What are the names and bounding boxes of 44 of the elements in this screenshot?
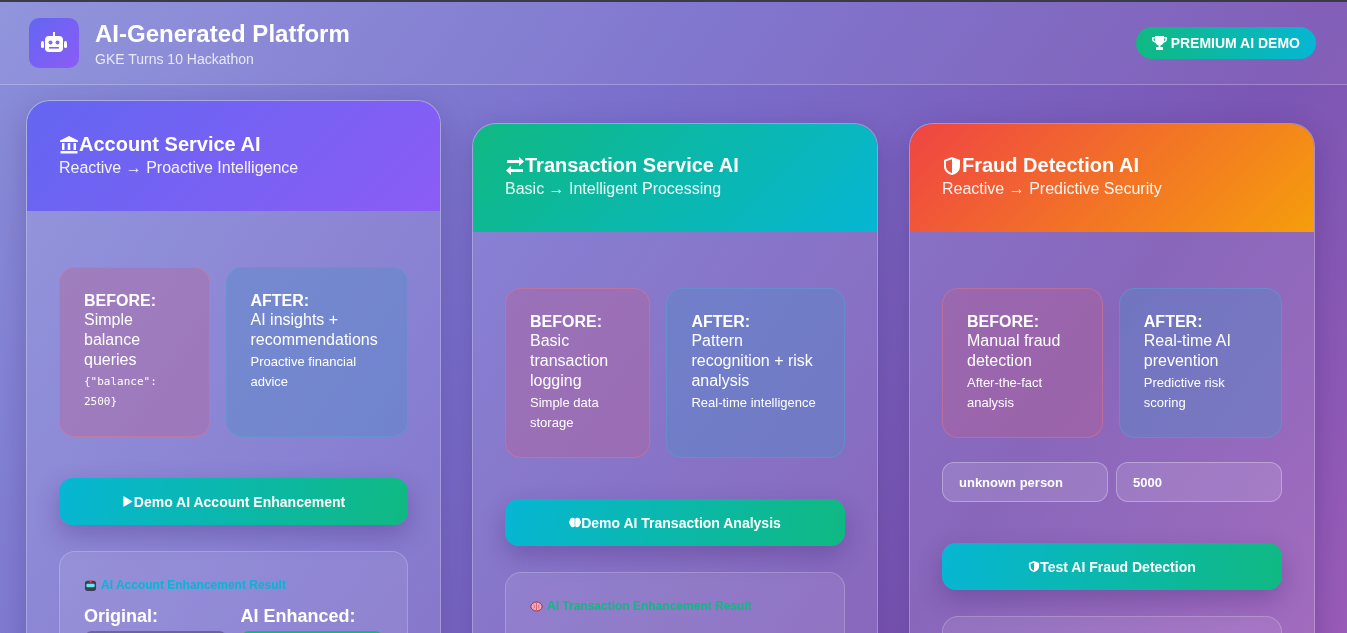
panel-text: Pattern recognition + risk analysis xyxy=(691,331,814,391)
demo-button[interactable]: Test AI Fraud Detection xyxy=(942,543,1282,590)
panel-detail: After-the-fact analysis xyxy=(967,374,1044,412)
code-snippet: {"balance": 2500} xyxy=(84,374,158,410)
bank-icon xyxy=(59,134,79,155)
shield-icon xyxy=(1028,560,1041,573)
robot-icon xyxy=(84,578,97,592)
panel-detail: Real-time intelligence xyxy=(691,394,817,412)
panel-text: Basic transaction logging xyxy=(530,331,610,391)
result-label: Original: xyxy=(84,606,159,627)
card-title: Fraud Detection AI xyxy=(962,154,1140,177)
card-title: Account Service AI xyxy=(79,133,261,156)
panel-detail: Simple data storage xyxy=(530,394,600,432)
panel-label: AFTER: xyxy=(250,292,311,310)
app-title: AI-Generated Platform xyxy=(95,19,350,48)
result-title: AI Transaction Enhancement Result xyxy=(547,599,752,613)
panel-label: BEFORE: xyxy=(530,313,603,331)
card-title: Transaction Service AI xyxy=(525,154,739,177)
brain-icon xyxy=(530,599,543,613)
panel-label: BEFORE: xyxy=(967,313,1040,331)
panel-detail: Proactive financial advice xyxy=(250,353,357,391)
panel-detail: Predictive risk scoring xyxy=(1143,374,1226,412)
result-label: AI Enhanced: xyxy=(240,606,357,627)
panel-text: Manual fraud detection xyxy=(967,331,1062,371)
panel-text: Simple balance queries xyxy=(84,310,142,370)
play-icon xyxy=(121,495,134,508)
swap-arrows-icon xyxy=(505,155,525,176)
demo-button[interactable]: Demo AI Transaction Analysis xyxy=(505,499,845,546)
app-subtitle: GKE Turns 10 Hackathon xyxy=(95,50,255,67)
trophy-icon xyxy=(1151,36,1167,50)
panel-text: Real-time AI prevention xyxy=(1143,331,1232,371)
panel-label: AFTER: xyxy=(1143,313,1204,331)
panel-label: AFTER: xyxy=(691,313,752,331)
demo-button[interactable]: Demo AI Account Enhancement xyxy=(59,478,408,525)
card-subtitle: Reactive → Proactive Intelligence xyxy=(59,159,300,177)
card-subtitle: Reactive → Predictive Security xyxy=(942,180,1163,198)
demo-badge: PREMIUM AI DEMO xyxy=(1135,27,1316,59)
shield-icon xyxy=(942,155,962,176)
card-subtitle: Basic → Intelligent Processing xyxy=(505,180,723,198)
brain-icon xyxy=(569,516,582,529)
robot-logo-icon xyxy=(29,18,79,68)
result-title: AI Account Enhancement Result xyxy=(101,578,286,592)
panel-label: BEFORE: xyxy=(84,292,157,310)
panel-text: AI insights + recommendations xyxy=(250,310,379,350)
